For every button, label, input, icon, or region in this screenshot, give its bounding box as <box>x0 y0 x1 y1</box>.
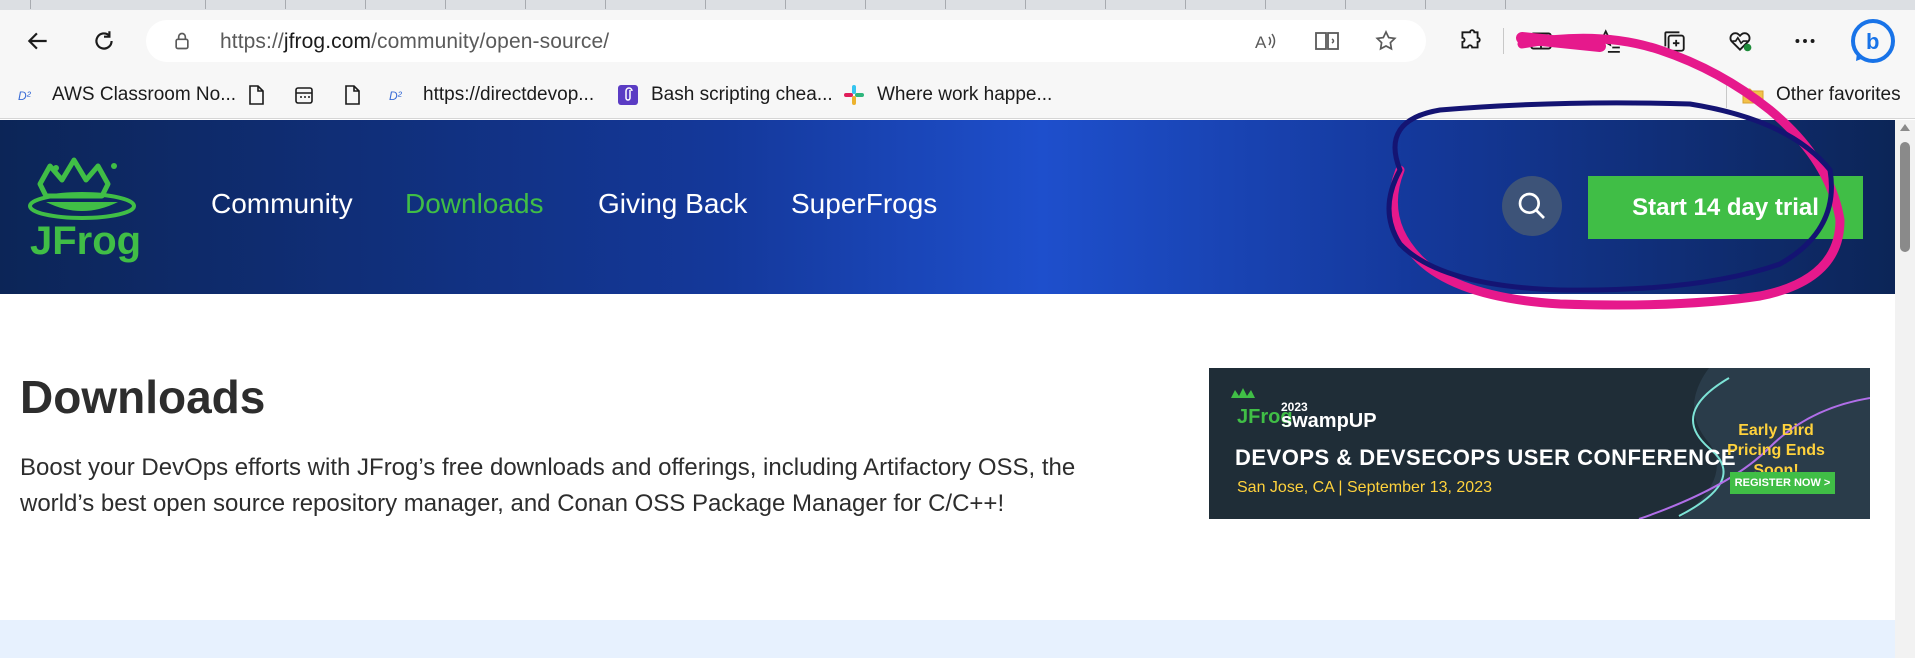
favorites-button[interactable] <box>1589 21 1629 61</box>
collections-button[interactable] <box>1654 21 1694 61</box>
slack-icon <box>843 84 865 106</box>
tab-separator <box>365 0 366 9</box>
extensions-button[interactable] <box>1450 21 1490 61</box>
page-scrollbar[interactable] <box>1895 120 1915 658</box>
swampup-banner[interactable]: JFrog 2023 swampUP DEVOPS & DEVSECOPS US… <box>1209 368 1870 519</box>
tab-separator <box>285 0 286 9</box>
favorites-list-icon <box>1596 29 1620 53</box>
back-arrow-icon <box>27 32 47 50</box>
favorite-star-icon[interactable] <box>1374 29 1398 53</box>
puzzle-icon <box>1461 29 1481 49</box>
start-trial-button[interactable]: Start 14 day trial <box>1588 176 1863 239</box>
page-title: Downloads <box>20 371 266 423</box>
browser-essentials-button[interactable] <box>1720 21 1760 61</box>
nav-community[interactable]: Community <box>211 188 353 220</box>
next-section <box>0 620 1895 658</box>
tab-separator <box>525 0 526 9</box>
bookmark-item[interactable]: Bash scripting chea... <box>617 80 833 110</box>
tab-separator <box>1345 0 1346 9</box>
tab-separator <box>1185 0 1186 9</box>
folder-icon <box>1742 84 1764 106</box>
tab-separator <box>445 0 446 9</box>
tab-separator <box>605 0 606 9</box>
logo-text: JFrog <box>30 219 141 263</box>
scroll-thumb[interactable] <box>1900 142 1910 252</box>
favorites-bar: D² AWS Classroom No... D² https://direct… <box>0 72 1915 119</box>
paperclip-icon <box>617 84 639 106</box>
search-icon <box>1518 192 1545 219</box>
tab-separator <box>1105 0 1106 9</box>
nav-superfrogs[interactable]: SuperFrogs <box>791 188 937 220</box>
banner-event: swampUP <box>1281 410 1377 432</box>
bookmark-label: Bash scripting chea... <box>651 84 833 105</box>
tab-separator <box>1505 0 1506 9</box>
bookmark-item[interactable]: D² https://directdevop... <box>389 80 594 110</box>
svg-text:A: A <box>1255 33 1267 52</box>
address-bar[interactable]: https://jfrog.com/community/open-source/… <box>146 20 1426 62</box>
site-search-button[interactable] <box>1502 176 1562 236</box>
bookmark-label: Other favorites <box>1776 84 1901 105</box>
banner-headline: DEVOPS & DEVSECOPS USER CONFERENCE <box>1235 445 1737 470</box>
other-favorites[interactable]: Other favorites <box>1742 80 1901 110</box>
immersive-reader-icon[interactable] <box>1314 29 1340 53</box>
site-header: JFrog Community Downloads Giving Back Su… <box>0 120 1895 294</box>
bing-icon: b <box>1851 19 1895 63</box>
svg-text:D²: D² <box>389 89 403 103</box>
bing-chat-button[interactable]: b <box>1850 18 1896 64</box>
url-scheme: https:// <box>220 30 284 53</box>
tab-separator <box>30 0 31 9</box>
collections-icon <box>1664 31 1685 52</box>
d2-icon: D² <box>389 84 411 106</box>
refresh-button[interactable] <box>84 21 124 61</box>
page-description: Boost your DevOps efforts with JFrog’s f… <box>20 454 1076 517</box>
jfrog-logo[interactable]: JFrog <box>22 154 142 264</box>
document-icon <box>341 84 363 106</box>
scroll-up-arrow-icon[interactable] <box>1900 124 1910 131</box>
bookmark-label: https://directdevop... <box>423 84 595 105</box>
banner-subtitle: San Jose, CA | September 13, 2023 <box>1237 479 1492 496</box>
split-screen-icon <box>1530 32 1552 50</box>
bookmark-item[interactable] <box>341 80 375 110</box>
refresh-icon <box>95 31 113 50</box>
calendar-icon <box>293 84 315 106</box>
tab-separator <box>1265 0 1266 9</box>
bookmark-label: AWS Classroom No... <box>52 84 237 105</box>
document-icon <box>245 84 267 106</box>
d2-icon: D² <box>18 84 40 106</box>
lock-icon[interactable] <box>172 31 192 51</box>
read-aloud-icon[interactable]: A <box>1254 29 1278 53</box>
banner-register-button[interactable]: REGISTER NOW > <box>1730 472 1835 494</box>
frog-crown-icon: JFrog <box>28 157 141 263</box>
browser-toolbar: https://jfrog.com/community/open-source/… <box>0 10 1915 72</box>
tab-separator <box>945 0 946 9</box>
svg-text:D²: D² <box>18 89 32 103</box>
bookmark-item[interactable]: Where work happe... <box>843 80 1052 110</box>
tab-separator <box>785 0 786 9</box>
svg-text:b: b <box>1866 29 1879 54</box>
more-dots-icon <box>1795 39 1815 43</box>
split-screen-button[interactable] <box>1521 21 1561 61</box>
url-text[interactable]: https://jfrog.com/community/open-source/ <box>220 30 609 54</box>
bookmark-item[interactable] <box>245 80 279 110</box>
more-options-button[interactable] <box>1785 21 1825 61</box>
url-host: jfrog.com <box>283 30 372 53</box>
bookmark-label: Where work happe... <box>877 84 1053 105</box>
nav-downloads[interactable]: Downloads <box>405 188 544 220</box>
back-button[interactable] <box>18 21 58 61</box>
tab-separator <box>865 0 866 9</box>
tab-separator <box>1025 0 1026 9</box>
favorites-divider <box>1726 82 1727 108</box>
tab-separator <box>705 0 706 9</box>
nav-giving-back[interactable]: Giving Back <box>598 188 747 220</box>
url-path: /community/open-source/ <box>371 30 610 53</box>
bookmark-item[interactable] <box>293 80 327 110</box>
heart-pulse-icon <box>1729 32 1752 52</box>
bookmark-item[interactable]: D² AWS Classroom No... <box>18 80 236 110</box>
toolbar-divider <box>1503 28 1504 54</box>
tab-separator <box>205 0 206 9</box>
tab-separator <box>1425 0 1426 9</box>
